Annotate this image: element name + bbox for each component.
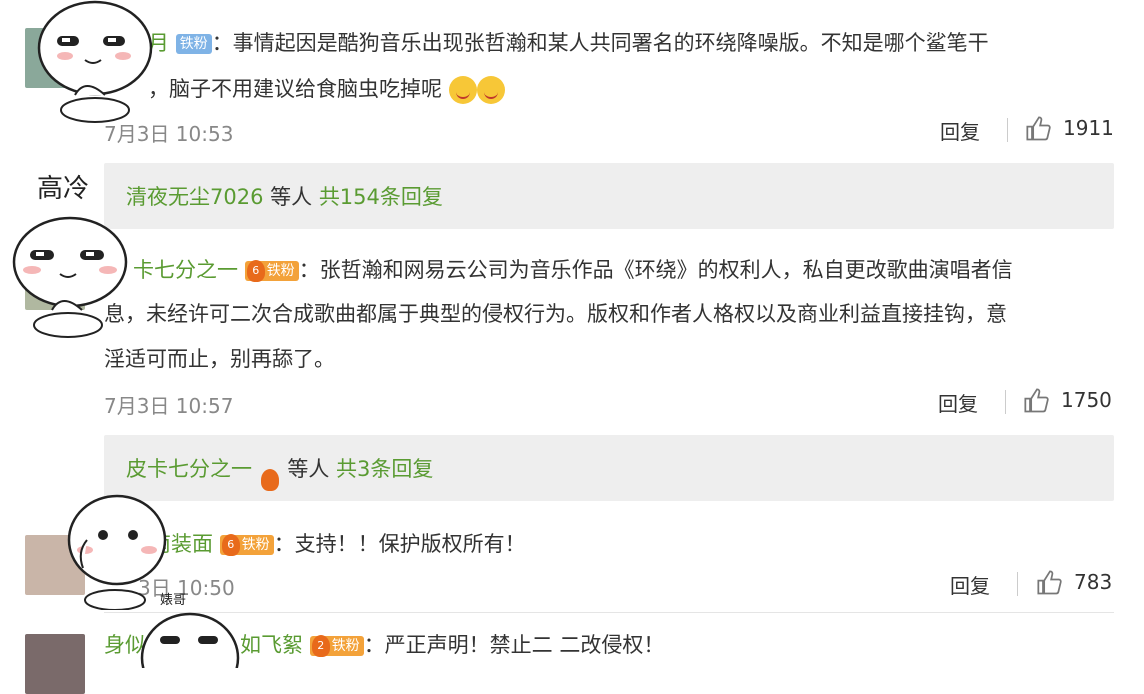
fan-badge-label: 铁粉 <box>241 537 270 553</box>
comment-divider <box>104 612 1114 613</box>
white-blob-sticker <box>37 0 153 123</box>
white-blob-sticker <box>12 216 128 338</box>
tiny-sticker-text: 婊哥 <box>160 593 187 608</box>
divider <box>1007 118 1008 142</box>
comment-text: ：张哲瀚和网易云公司为音乐作品《环绕》的权利人，私自更改歌曲演唱者信 <box>298 258 1013 282</box>
thumbs-up-icon <box>1037 570 1062 595</box>
comment-2-line-2: 息，未经许可二次合成歌曲都属于典型的侵权行为。版权和作者人格权以及商业利益直接挂… <box>104 302 1007 326</box>
reply-mid: 等人 <box>263 185 319 209</box>
fan-level <box>260 469 279 491</box>
comment-timestamp: 7月3日 10:57 <box>104 394 234 418</box>
comment-text: ：事情起因是酷狗音乐出现张哲瀚和某人共同署名的环绕降噪版。不知是哪个鲨笔干 <box>211 31 989 55</box>
reply-button[interactable]: 回复 <box>938 388 978 417</box>
comment-2-line-3: 淫适可而止，别再舔了。 <box>104 347 335 371</box>
reply-mid: 等人 <box>280 457 337 481</box>
reply-count[interactable]: 共3条回复 <box>336 457 433 481</box>
fan-badge: 2 铁粉 <box>309 635 364 657</box>
avatar[interactable] <box>25 634 85 694</box>
comment-3-line-1: 南装面 6 铁粉 ：支持！！保护版权所有！ <box>150 521 526 567</box>
laugh-emoji-icon <box>476 76 505 104</box>
comment-text: ，脑子不用建议给食脑虫吃掉呢 <box>148 77 442 101</box>
fan-badge: 6 铁粉 <box>244 260 299 282</box>
cold-sticker-text: 高冷 <box>37 174 90 204</box>
fan-badge: 铁粉 <box>175 34 212 54</box>
divider <box>1017 572 1018 596</box>
reply-count[interactable]: 共154条回复 <box>319 185 443 209</box>
reply-button[interactable]: 回复 <box>950 570 990 599</box>
divider <box>1005 390 1006 414</box>
fan-badge-label: 铁粉 <box>331 638 360 654</box>
comment-1-line-2: ，脑子不用建议给食脑虫吃掉呢 <box>148 66 505 112</box>
comment-2-line-1: 卡七分之一 6 铁粉 ：张哲瀚和网易云公司为音乐作品《环绕》的权利人，私自更改歌曲演… <box>133 247 1013 293</box>
fan-badge: 6 铁粉 <box>219 534 274 556</box>
reply-username[interactable]: 皮卡七分之一 <box>126 457 252 481</box>
fan-level: 2 <box>311 635 330 657</box>
thumbs-up-icon <box>1024 388 1049 413</box>
like-count: 783 <box>1074 570 1113 594</box>
reply-summary-text[interactable]: 清夜无尘7026 等人 共154条回复 <box>126 181 443 211</box>
like-button[interactable]: 1750 <box>1023 386 1115 416</box>
fan-level: 6 <box>246 260 265 282</box>
like-button[interactable]: 1911 <box>1025 114 1115 144</box>
like-count: 1911 <box>1063 116 1114 140</box>
thumbs-up-icon <box>1026 116 1051 141</box>
comment-username-end[interactable]: 如飞絮 <box>240 633 303 657</box>
reply-summary-text[interactable]: 皮卡七分之一 等人 共3条回复 <box>126 453 433 491</box>
reply-username[interactable]: 清夜无尘7026 <box>126 185 263 209</box>
comment-username[interactable]: 卡七分之一 <box>133 258 238 282</box>
white-blob-sticker <box>67 494 167 610</box>
fan-level: 6 <box>221 534 240 556</box>
white-blob-sticker <box>140 612 240 668</box>
laugh-emoji-icon <box>448 76 477 104</box>
like-button[interactable]: 783 <box>1036 568 1116 598</box>
like-count: 1750 <box>1061 388 1112 412</box>
comment-text: ：支持！！保护版权所有！ <box>273 532 526 556</box>
comment-text: ：严正声明！禁止二 二改侵权！ <box>363 633 665 657</box>
reply-button[interactable]: 回复 <box>940 116 980 145</box>
comment-1-line-1: 月 铁粉 ：事情起因是酷狗音乐出现张哲瀚和某人共同署名的环绕降噪版。不知是哪个鲨笔… <box>148 20 989 66</box>
fan-badge-label: 铁粉 <box>266 263 295 279</box>
